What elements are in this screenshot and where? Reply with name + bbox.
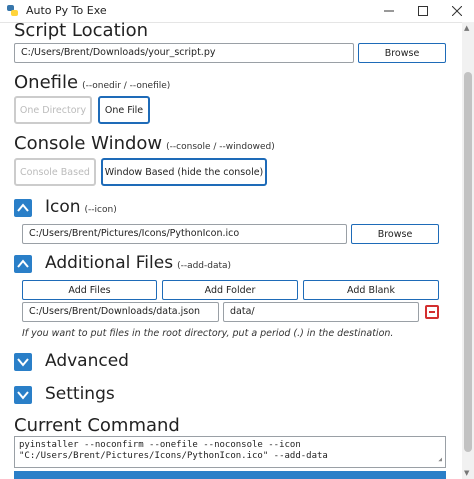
data-source-input[interactable]: C:/Users/Brent/Downloads/data.json: [22, 302, 219, 322]
add-folder-button[interactable]: Add Folder: [162, 280, 298, 300]
one-file-button[interactable]: One File: [98, 96, 150, 124]
icon-section-heading: Icon (--icon): [45, 197, 117, 217]
one-directory-button[interactable]: One Directory: [14, 96, 92, 124]
chevron-down-icon: [17, 358, 29, 367]
minimize-icon: [384, 10, 394, 12]
add-files-button[interactable]: Add Files: [22, 280, 157, 300]
icon-section-hint: (--icon): [84, 205, 117, 215]
onefile-title: Onefile: [14, 72, 79, 93]
scrollbar-thumb[interactable]: [464, 72, 472, 452]
remove-data-icon[interactable]: [425, 305, 439, 319]
advanced-heading: Advanced: [45, 351, 129, 371]
additional-files-heading: Additional Files (--add-data): [45, 253, 231, 273]
scroll-down-icon[interactable]: ▼: [464, 469, 469, 477]
onefile-hint: (--onedir / --onefile): [82, 81, 171, 91]
script-path-input[interactable]: C:/Users/Brent/Downloads/your_script.py: [14, 43, 354, 63]
resize-handle-icon[interactable]: ◢: [438, 454, 442, 465]
script-location-heading: Script Location: [14, 22, 149, 41]
console-window-title: Console Window: [14, 133, 163, 154]
root-directory-note: If you want to put files in the root dir…: [22, 328, 394, 339]
title-bar: Auto Py To Exe: [0, 0, 474, 23]
command-line-2: "C:/Users/Brent/Pictures/Icons/PythonIco…: [19, 451, 328, 461]
console-window-hint: (--console / --windowed): [166, 142, 275, 152]
onefile-heading: Onefile (--onedir / --onefile): [14, 72, 170, 93]
script-browse-button[interactable]: Browse: [358, 43, 446, 63]
scroll-up-icon[interactable]: ▲: [464, 24, 469, 32]
additional-files-title: Additional Files: [45, 253, 174, 273]
add-blank-button[interactable]: Add Blank: [303, 280, 439, 300]
settings-heading: Settings: [45, 384, 115, 404]
settings-toggle[interactable]: [14, 386, 32, 404]
minimize-button[interactable]: [372, 0, 406, 22]
main-content: Script Location C:/Users/Brent/Downloads…: [0, 22, 462, 479]
console-window-heading: Console Window (--console / --windowed): [14, 133, 275, 154]
python-logo-icon: [7, 5, 18, 16]
icon-path-input[interactable]: C:/Users/Brent/Pictures/Icons/PythonIcon…: [22, 224, 347, 244]
current-command-heading: Current Command: [14, 415, 180, 436]
additional-files-toggle[interactable]: [14, 255, 32, 273]
window-title: Auto Py To Exe: [26, 4, 107, 17]
command-line-1: pyinstaller --noconfirm --onefile --noco…: [19, 440, 301, 450]
icon-browse-button[interactable]: Browse: [351, 224, 439, 244]
maximize-icon: [418, 6, 428, 16]
icon-section-toggle[interactable]: [14, 199, 32, 217]
close-icon: [452, 6, 462, 16]
close-button[interactable]: [440, 0, 474, 22]
advanced-toggle[interactable]: [14, 353, 32, 371]
maximize-button[interactable]: [406, 0, 440, 22]
window-based-button[interactable]: Window Based (hide the console): [101, 158, 267, 186]
icon-section-title: Icon: [45, 197, 81, 217]
chevron-up-icon: [17, 259, 29, 268]
console-based-button[interactable]: Console Based: [14, 158, 96, 186]
additional-files-hint: (--add-data): [177, 261, 232, 271]
convert-button[interactable]: [14, 471, 446, 479]
vertical-scrollbar[interactable]: ▲ ▼: [462, 22, 474, 479]
chevron-down-icon: [17, 391, 29, 400]
chevron-up-icon: [17, 203, 29, 212]
data-destination-input[interactable]: data/: [223, 302, 419, 322]
current-command-textarea[interactable]: pyinstaller --noconfirm --onefile --noco…: [14, 436, 446, 468]
